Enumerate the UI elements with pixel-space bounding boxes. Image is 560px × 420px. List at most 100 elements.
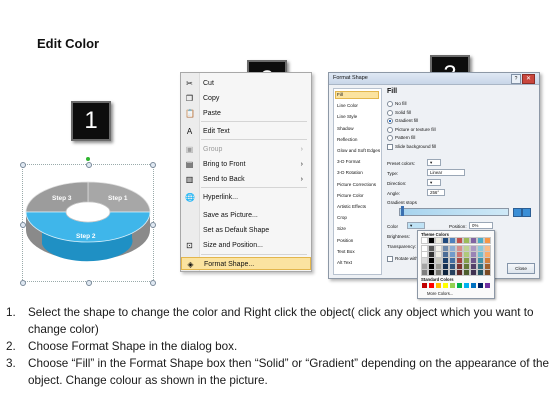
theme-color-swatch[interactable]: [449, 251, 456, 258]
nav-item-reflection[interactable]: Reflection: [337, 137, 357, 142]
nav-item-artistic-effects[interactable]: Artistic Effects: [337, 204, 366, 209]
nav-item-3-d-format[interactable]: 3-D Format: [337, 159, 360, 164]
standard-color-swatch[interactable]: [450, 283, 455, 288]
theme-color-swatch[interactable]: [428, 257, 435, 264]
menu-item-save-as-picture[interactable]: Save as Picture...: [181, 209, 311, 222]
theme-color-swatch[interactable]: [477, 245, 484, 252]
radio-button[interactable]: [387, 126, 393, 133]
color-picker-button[interactable]: ▾: [407, 222, 425, 229]
donut-shape[interactable]: Step 1 Step 2 Step 3: [22, 164, 154, 282]
theme-color-swatch[interactable]: [470, 263, 477, 270]
theme-color-swatch[interactable]: [421, 257, 428, 264]
radio-button[interactable]: [387, 101, 393, 107]
theme-color-swatch[interactable]: [442, 263, 449, 270]
theme-color-swatch[interactable]: [477, 263, 484, 270]
theme-color-swatch[interactable]: [456, 257, 463, 264]
theme-color-swatch[interactable]: [477, 237, 484, 244]
theme-color-swatch[interactable]: [428, 237, 435, 244]
theme-color-swatch[interactable]: [463, 251, 470, 258]
theme-color-swatch[interactable]: [484, 269, 491, 276]
gradient-stops-bar[interactable]: [399, 208, 509, 216]
menu-item-hyperlink[interactable]: 🌐 Hyperlink...: [181, 191, 311, 204]
theme-color-swatch[interactable]: [435, 237, 442, 244]
theme-color-swatch[interactable]: [421, 251, 428, 258]
theme-color-swatch[interactable]: [463, 237, 470, 244]
theme-color-swatch[interactable]: [477, 269, 484, 276]
nav-item-shadow[interactable]: Shadow: [337, 126, 354, 131]
theme-color-swatch[interactable]: [470, 245, 477, 252]
help-button[interactable]: ?: [511, 74, 521, 84]
theme-color-swatch[interactable]: [484, 263, 491, 270]
angle-input[interactable]: 256°: [427, 189, 445, 196]
radio-button[interactable]: [387, 109, 393, 116]
more-colors-option[interactable]: More Colors...: [427, 291, 453, 296]
fill-option-picture-or-texture-fill[interactable]: Picture or texture fill: [387, 126, 436, 133]
theme-color-swatch[interactable]: [484, 257, 491, 264]
radio-button[interactable]: [387, 135, 393, 141]
fill-option-slide-background-fill[interactable]: Slide background fill: [387, 143, 436, 150]
menu-item-copy[interactable]: ❐ Copy: [181, 92, 311, 105]
theme-color-swatch[interactable]: [456, 251, 463, 258]
fill-option-pattern-fill[interactable]: Pattern fill: [387, 135, 415, 141]
theme-color-swatch[interactable]: [428, 269, 435, 276]
nav-item-picture-color[interactable]: Picture Color: [337, 193, 364, 198]
theme-color-swatch[interactable]: [442, 269, 449, 276]
theme-color-swatch[interactable]: [463, 263, 470, 270]
theme-color-swatch[interactable]: [421, 237, 428, 244]
theme-color-swatch[interactable]: [484, 237, 491, 244]
theme-color-swatch[interactable]: [449, 263, 456, 270]
theme-color-swatch[interactable]: [435, 251, 442, 258]
theme-color-swatch[interactable]: [435, 257, 442, 264]
menu-item-bring-to-front[interactable]: ▤ Bring to Front ›: [181, 158, 311, 171]
theme-color-swatch[interactable]: [449, 257, 456, 264]
gradient-stop[interactable]: [401, 206, 404, 216]
theme-color-swatch[interactable]: [456, 237, 463, 244]
theme-color-swatch[interactable]: [470, 269, 477, 276]
menu-item-format-shape[interactable]: ◈ Format Shape...: [181, 257, 311, 270]
position-input[interactable]: 0%: [469, 222, 493, 229]
theme-color-swatch[interactable]: [470, 237, 477, 244]
standard-color-swatch[interactable]: [464, 283, 469, 288]
theme-color-swatch[interactable]: [470, 251, 477, 258]
nav-item-glow-and-soft-edges[interactable]: Glow and Soft Edges: [337, 148, 380, 153]
fill-option-no-fill[interactable]: No fill: [387, 101, 407, 107]
theme-color-swatch[interactable]: [435, 245, 442, 252]
standard-color-swatch[interactable]: [422, 283, 427, 288]
nav-item-picture-corrections[interactable]: Picture Corrections: [337, 182, 376, 187]
nav-item-line-style[interactable]: Line Style: [337, 114, 357, 119]
close-button[interactable]: Close: [507, 263, 535, 274]
standard-color-swatch[interactable]: [443, 283, 448, 288]
standard-color-swatch[interactable]: [478, 283, 483, 288]
menu-item-size-and-position[interactable]: ⊡ Size and Position...: [181, 239, 311, 252]
theme-color-swatch[interactable]: [428, 251, 435, 258]
theme-color-swatch[interactable]: [484, 251, 491, 258]
rotation-handle[interactable]: [86, 157, 90, 161]
theme-color-swatch[interactable]: [421, 245, 428, 252]
standard-color-swatch[interactable]: [436, 283, 441, 288]
theme-color-swatch[interactable]: [463, 257, 470, 264]
theme-color-swatch[interactable]: [463, 269, 470, 276]
theme-color-swatch[interactable]: [442, 257, 449, 264]
menu-item-group[interactable]: ▣ Group ›: [181, 143, 311, 156]
remove-stop-button[interactable]: [522, 208, 531, 217]
close-icon[interactable]: ✕: [522, 74, 535, 84]
fill-option-solid-fill[interactable]: Solid fill: [387, 109, 411, 116]
menu-item-edit-text[interactable]: A Edit Text: [181, 125, 311, 138]
theme-color-swatch[interactable]: [477, 251, 484, 258]
nav-item-fill[interactable]: Fill: [337, 92, 343, 97]
theme-color-swatch[interactable]: [435, 263, 442, 270]
standard-color-swatch[interactable]: [429, 283, 434, 288]
standard-color-swatch[interactable]: [471, 283, 476, 288]
theme-color-swatch[interactable]: [421, 263, 428, 270]
nav-item-3-d-rotation[interactable]: 3-D Rotation: [337, 170, 363, 175]
preset-colors-dropdown[interactable]: ▾: [427, 159, 441, 166]
nav-item-text-box[interactable]: Text Box: [337, 249, 355, 254]
nav-item-position[interactable]: Position: [337, 238, 353, 243]
nav-item-line-color[interactable]: Line Color: [337, 103, 358, 108]
theme-color-swatch[interactable]: [463, 245, 470, 252]
standard-color-swatch[interactable]: [485, 283, 490, 288]
theme-color-swatch[interactable]: [449, 237, 456, 244]
theme-color-swatch[interactable]: [484, 245, 491, 252]
theme-color-swatch[interactable]: [428, 245, 435, 252]
theme-color-swatch[interactable]: [442, 245, 449, 252]
